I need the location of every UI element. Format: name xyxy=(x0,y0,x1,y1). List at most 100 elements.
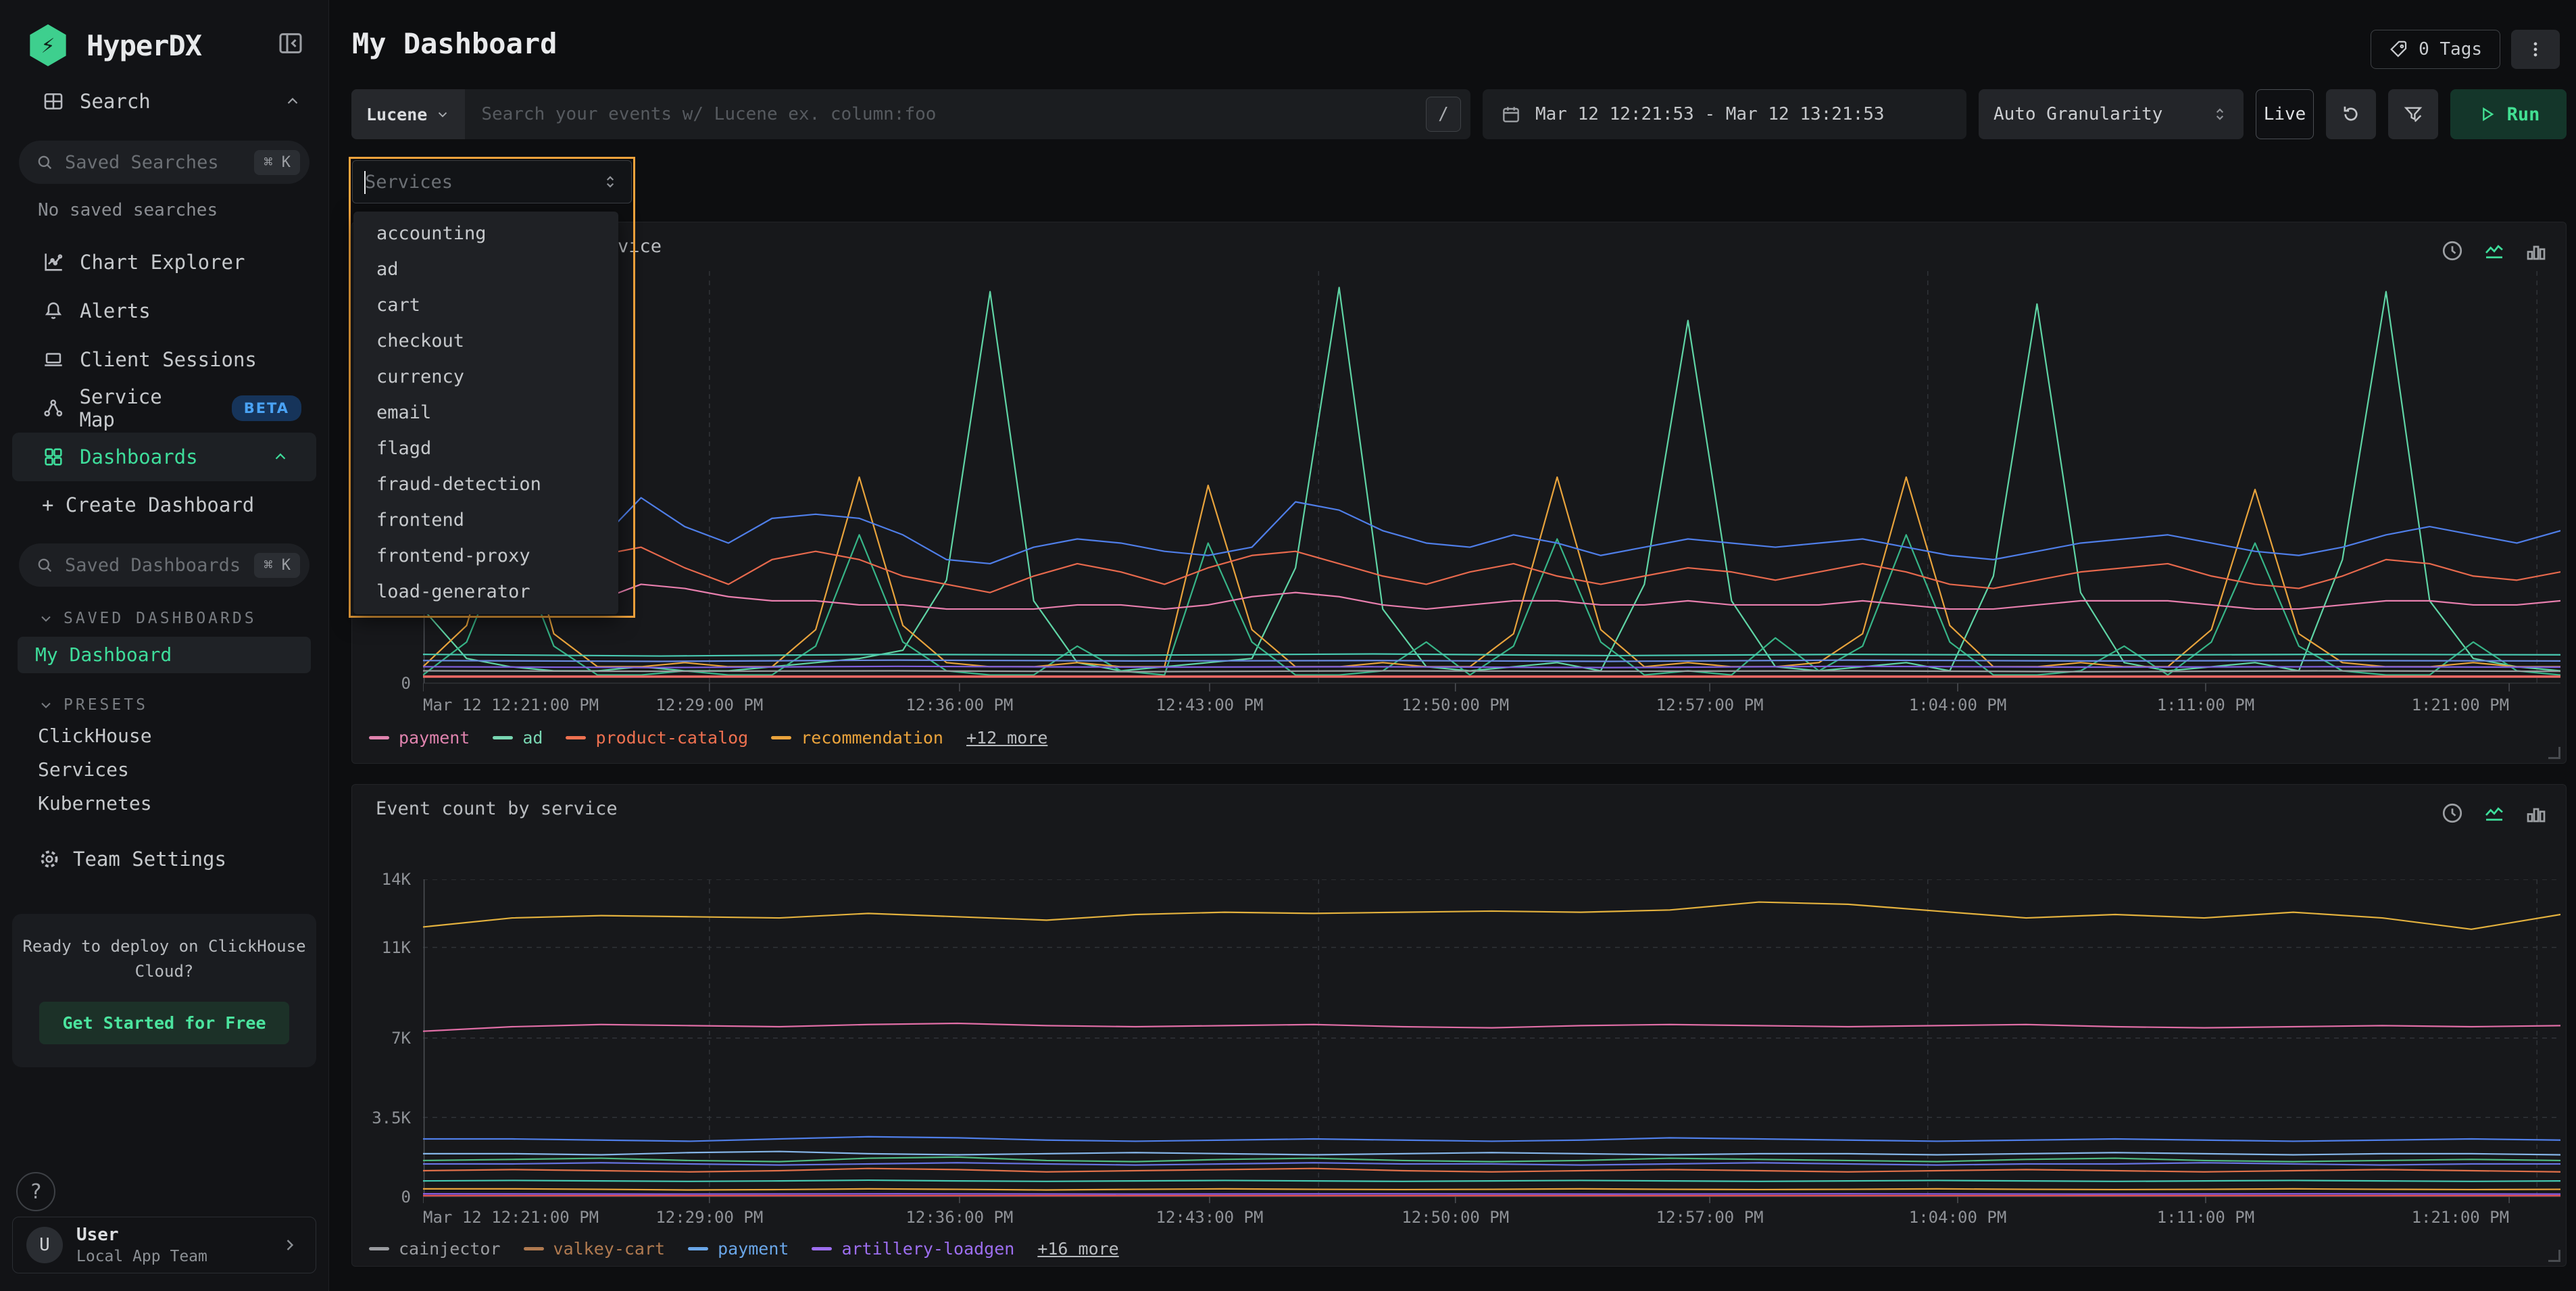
chevron-up-icon[interactable] xyxy=(284,93,301,110)
granularity-select[interactable]: Auto Granularity xyxy=(1979,89,2244,139)
legend-item[interactable]: artillery-loadgen xyxy=(812,1239,1014,1259)
updown-chevrons-icon xyxy=(2211,105,2229,123)
bar-chart-icon[interactable] xyxy=(2524,801,2548,825)
y-axis-tick: 7K xyxy=(391,1029,411,1048)
sidebar-item-label: Chart Explorer xyxy=(80,251,245,274)
topbar-actions: 0 Tags xyxy=(2371,30,2560,69)
refresh-button[interactable] xyxy=(2326,89,2376,139)
services-option[interactable]: currency xyxy=(353,359,618,395)
panel-resize-handle[interactable] xyxy=(2548,747,2560,759)
chart-toolbar xyxy=(2440,801,2548,825)
legend-item[interactable]: recommendation xyxy=(771,728,943,748)
sidebar-item-kubernetes[interactable]: Kubernetes xyxy=(0,787,328,821)
saved-dashboards-search[interactable]: ⌘ K xyxy=(19,543,309,587)
section-presets[interactable]: PRESETS xyxy=(0,691,328,719)
get-started-button[interactable]: Get Started for Free xyxy=(39,1002,289,1044)
sidebar-item-my-dashboard[interactable]: My Dashboard xyxy=(18,637,311,673)
clock-icon[interactable] xyxy=(2440,239,2464,263)
bar-chart-icon[interactable] xyxy=(2524,239,2548,263)
dashboards-icon xyxy=(42,445,65,468)
chart-plot[interactable] xyxy=(423,271,2560,691)
services-option[interactable]: email xyxy=(353,395,618,431)
help-button[interactable]: ? xyxy=(16,1172,55,1211)
services-option[interactable]: flagd xyxy=(353,431,618,466)
clock-icon[interactable] xyxy=(2440,801,2464,825)
sidebar-item-chart-explorer[interactable]: Chart Explorer xyxy=(0,238,328,287)
legend-item[interactable]: payment xyxy=(688,1239,789,1259)
legend-swatch xyxy=(369,1247,389,1250)
saved-searches-search[interactable]: ⌘ K xyxy=(19,141,309,184)
dashboard-menu-button[interactable] xyxy=(2511,30,2560,69)
sidebar-nav: Chart Explorer Alerts Client Sessions Se… xyxy=(0,238,328,529)
saved-searches-input[interactable] xyxy=(65,152,243,173)
event-search-input[interactable] xyxy=(465,104,1426,124)
x-axis-tick: 12:29:00 PM xyxy=(655,1208,763,1227)
play-icon xyxy=(2477,105,2496,124)
chevron-down-icon xyxy=(38,697,54,713)
create-dashboard-button[interactable]: + Create Dashboard xyxy=(0,481,328,529)
service-map-icon xyxy=(42,397,65,420)
x-axis-tick: 12:43:00 PM xyxy=(1156,1208,1263,1227)
services-option[interactable]: load-generator xyxy=(353,574,618,610)
run-label: Run xyxy=(2507,104,2540,125)
search-icon xyxy=(35,556,54,575)
legend-more-link[interactable]: +12 more xyxy=(966,728,1047,748)
laptop-icon xyxy=(42,348,65,371)
services-option[interactable]: frontend xyxy=(353,502,618,538)
services-option-list: accountingadcartcheckoutcurrencyemailfla… xyxy=(353,212,618,614)
x-axis-tick: 12:29:00 PM xyxy=(655,696,763,714)
line-chart-icon[interactable] xyxy=(2482,239,2506,263)
user-profile-card[interactable]: U User Local App Team xyxy=(12,1217,316,1273)
line-chart-icon[interactable] xyxy=(2482,801,2506,825)
collapse-sidebar-button[interactable] xyxy=(277,30,304,57)
query-language-select[interactable]: Lucene xyxy=(351,89,465,139)
time-range-picker[interactable]: Mar 12 12:21:53 - Mar 12 13:21:53 xyxy=(1483,89,1966,139)
services-option[interactable]: frontend-proxy xyxy=(353,538,618,574)
legend-item[interactable]: valkey-cart xyxy=(524,1239,666,1259)
services-select[interactable] xyxy=(352,160,632,203)
services-option[interactable]: fraud-detection xyxy=(353,466,618,502)
services-option[interactable]: accounting xyxy=(353,216,618,251)
services-option[interactable]: ad xyxy=(353,251,618,287)
hyperdx-logo-icon[interactable]: ⚡ xyxy=(27,24,69,66)
sidebar-item-search[interactable]: Search xyxy=(0,77,328,126)
filter-button[interactable] xyxy=(2388,89,2438,139)
kebab-menu-icon xyxy=(2525,39,2546,59)
sidebar-item-alerts[interactable]: Alerts xyxy=(0,287,328,335)
sidebar-item-clickhouse[interactable]: ClickHouse xyxy=(0,719,328,753)
legend-more-link[interactable]: +16 more xyxy=(1037,1239,1118,1259)
brand-title: HyperDX xyxy=(86,29,201,62)
sidebar-item-team-settings[interactable]: Team Settings xyxy=(0,838,328,880)
sidebar-item-client-sessions[interactable]: Client Sessions xyxy=(0,335,328,384)
saved-dashboards-input[interactable] xyxy=(65,555,243,576)
legend-swatch xyxy=(566,736,586,739)
services-input[interactable] xyxy=(365,172,601,193)
services-option[interactable]: cart xyxy=(353,287,618,323)
panel-resize-handle[interactable] xyxy=(2548,1250,2560,1262)
text-cursor xyxy=(364,171,366,194)
no-saved-searches-note: No saved searches xyxy=(0,200,328,220)
avatar: U xyxy=(26,1227,63,1263)
tags-button[interactable]: 0 Tags xyxy=(2371,30,2500,69)
legend-swatch xyxy=(369,736,389,739)
legend-item[interactable]: cainjector xyxy=(369,1239,501,1259)
time-range-value: Mar 12 12:21:53 - Mar 12 13:21:53 xyxy=(1535,104,1885,124)
x-axis-tick: 1:21:00 PM xyxy=(2412,696,2510,714)
legend-item[interactable]: payment xyxy=(369,728,470,748)
sidebar-item-service-map[interactable]: Service Map BETA xyxy=(0,384,328,433)
beta-badge: BETA xyxy=(232,395,301,421)
legend-item[interactable]: product-catalog xyxy=(566,728,748,748)
sidebar-item-dashboards[interactable]: Dashboards xyxy=(12,433,316,481)
live-button[interactable]: Live xyxy=(2256,89,2314,139)
services-option[interactable]: checkout xyxy=(353,323,618,359)
x-axis-tick: 12:50:00 PM xyxy=(1402,1208,1509,1227)
sidebar-item-services[interactable]: Services xyxy=(0,753,328,787)
chevron-down-icon xyxy=(38,610,54,627)
services-filter-dropdown: accountingadcartcheckoutcurrencyemailfla… xyxy=(349,157,635,618)
legend-item[interactable]: ad xyxy=(493,728,543,748)
section-saved-dashboards[interactable]: SAVED DASHBOARDS xyxy=(0,604,328,633)
refresh-icon xyxy=(2340,103,2362,125)
chart-plot[interactable] xyxy=(423,879,2560,1203)
run-button[interactable]: Run xyxy=(2450,89,2567,139)
chevron-up-icon[interactable] xyxy=(272,448,289,466)
